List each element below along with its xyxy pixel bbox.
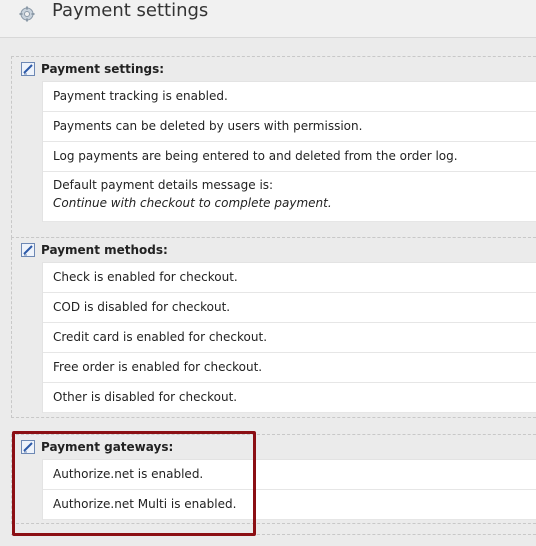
section-header[interactable]: Payment settings: (12, 57, 536, 81)
section-title[interactable]: Payment gateways: (41, 440, 173, 454)
section-items: Payment tracking is enabled. Payments ca… (42, 81, 536, 222)
section-title[interactable]: Payment methods: (41, 243, 168, 257)
list-item: Free order is enabled for checkout. (43, 353, 536, 383)
section-items: Check is enabled for checkout. COD is di… (42, 262, 536, 413)
settings-cog-icon (19, 6, 35, 22)
section-divider (11, 534, 536, 535)
section-items: Authorize.net is enabled. Authorize.net … (42, 459, 536, 520)
section-title[interactable]: Payment settings: (41, 62, 164, 76)
default-message-label: Default payment details message is: (53, 178, 274, 192)
edit-icon[interactable] (21, 243, 35, 257)
section-header[interactable]: Payment methods: (12, 238, 536, 262)
page-header: Payment settings (0, 0, 536, 34)
page-title: Payment settings (52, 0, 209, 21)
list-item: Authorize.net Multi is enabled. (43, 490, 536, 520)
list-item: Payments can be deleted by users with pe… (43, 112, 536, 142)
payment-methods-section: Payment methods: Check is enabled for ch… (11, 237, 536, 418)
payment-settings-section: Payment settings: Payment tracking is en… (11, 56, 536, 238)
settings-container: Payment settings: Payment tracking is en… (0, 37, 536, 546)
list-item: Other is disabled for checkout. (43, 383, 536, 413)
list-item: Authorize.net is enabled. (43, 460, 536, 490)
list-item: Credit card is enabled for checkout. (43, 323, 536, 353)
edit-icon[interactable] (21, 62, 35, 76)
list-item: Log payments are being entered to and de… (43, 142, 536, 172)
list-item: Check is enabled for checkout. (43, 263, 536, 293)
list-item: Payment tracking is enabled. (43, 82, 536, 112)
section-header[interactable]: Payment gateways: (12, 435, 536, 459)
list-item: Default payment details message is: Cont… (43, 172, 536, 222)
edit-icon[interactable] (21, 440, 35, 454)
default-message-value: Continue with checkout to complete payme… (53, 196, 332, 210)
list-item: COD is disabled for checkout. (43, 293, 536, 323)
payment-gateways-section: Payment gateways: Authorize.net is enabl… (11, 434, 536, 524)
